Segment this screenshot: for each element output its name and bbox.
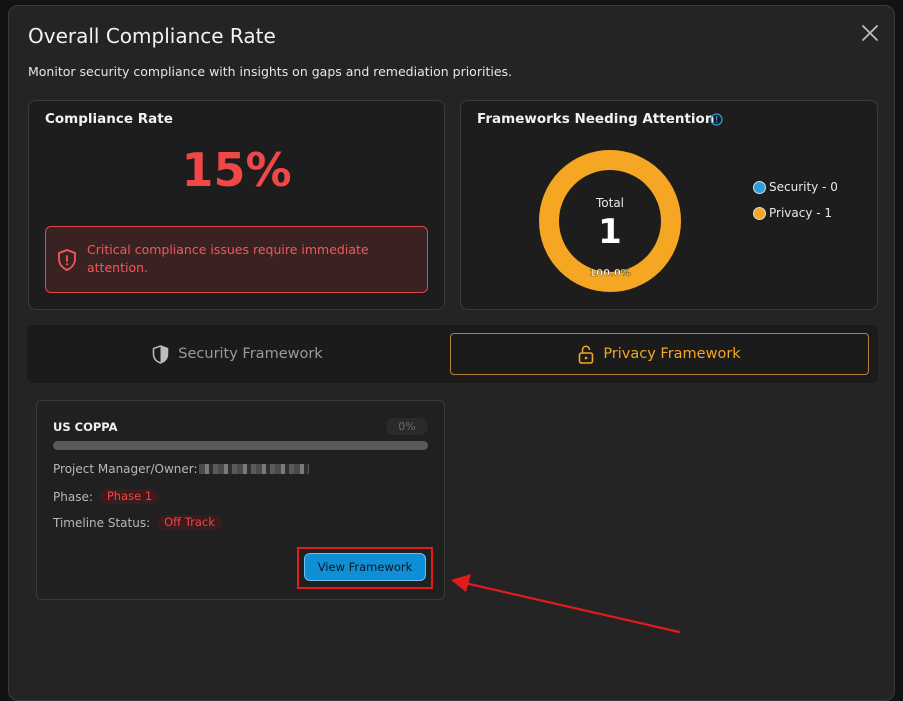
- legend-item-privacy: Privacy - 1: [753, 200, 838, 226]
- close-icon[interactable]: [859, 22, 881, 44]
- legend-item-security: Security - 0: [753, 174, 838, 200]
- tab-privacy-label: Privacy Framework: [603, 346, 741, 362]
- donut-label: Total: [595, 196, 624, 210]
- lock-icon: [579, 344, 594, 364]
- tab-security-framework[interactable]: Security Framework: [35, 333, 440, 375]
- donut-total: 1: [598, 212, 622, 252]
- compliance-rate-value: 15%: [181, 143, 292, 197]
- donut-percent: 100.0%: [589, 268, 631, 279]
- timeline-row: Timeline Status: Off Track: [53, 515, 222, 530]
- framework-card: US COPPA 0% Project Manager/Owner: Phase…: [36, 400, 445, 600]
- phase-row: Phase: Phase 1: [53, 489, 160, 504]
- frameworks-attention-title: Frameworks Needing Attention: [477, 111, 715, 127]
- alert-text: Critical compliance issues require immed…: [87, 242, 369, 275]
- framework-progress-bar: [53, 441, 428, 450]
- tab-security-label: Security Framework: [178, 346, 323, 362]
- annotation-arrow: [451, 574, 681, 634]
- legend-label-security: Security - 0: [769, 180, 838, 194]
- owner-redacted: [198, 464, 309, 474]
- timeline-status-badge: Off Track: [157, 515, 222, 530]
- phase-label: Phase:: [53, 489, 93, 504]
- view-framework-button[interactable]: View Framework: [304, 553, 426, 581]
- compliance-rate-card: Compliance Rate 15% Critical compliance …: [28, 100, 445, 310]
- framework-name: US COPPA: [53, 420, 118, 434]
- shield-alert-icon: [58, 249, 76, 271]
- compliance-rate-title: Compliance Rate: [45, 111, 173, 127]
- modal-title: Overall Compliance Rate: [28, 24, 276, 48]
- info-icon[interactable]: [710, 113, 723, 126]
- phase-badge: Phase 1: [99, 489, 160, 504]
- framework-percent-badge: 0%: [386, 418, 428, 435]
- highlight-box: View Framework: [297, 547, 433, 589]
- owner-label: Project Manager/Owner:: [53, 462, 198, 476]
- compliance-modal: Overall Compliance Rate Monitor security…: [8, 5, 895, 701]
- frameworks-attention-card: Frameworks Needing Attention Total 1 100…: [460, 100, 878, 310]
- shield-icon: [153, 344, 169, 364]
- timeline-label: Timeline Status:: [53, 515, 151, 530]
- critical-alert: Critical compliance issues require immed…: [45, 226, 428, 293]
- legend-dot-privacy: [753, 206, 766, 220]
- modal-subtitle: Monitor security compliance with insight…: [28, 64, 512, 79]
- donut-legend: Security - 0 Privacy - 1: [753, 174, 838, 226]
- owner-row: Project Manager/Owner:: [53, 462, 309, 476]
- legend-dot-security: [753, 180, 766, 194]
- frameworks-donut-chart: Total 1 100.0%: [539, 150, 681, 292]
- framework-tabs: Security Framework Privacy Framework: [27, 325, 878, 383]
- legend-label-privacy: Privacy - 1: [769, 206, 833, 220]
- tab-privacy-framework[interactable]: Privacy Framework: [450, 333, 869, 375]
